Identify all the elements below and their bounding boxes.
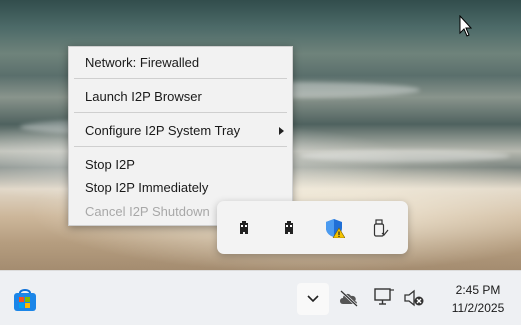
cloud-offline-icon[interactable]	[338, 289, 360, 307]
clock-date: 11/2/2025	[451, 301, 505, 315]
wave-foam	[300, 150, 510, 162]
stop-immediately-item[interactable]: Stop I2P Immediately	[85, 178, 208, 198]
cancel-shutdown-item: Cancel I2P Shutdown	[85, 204, 210, 219]
mouse-cursor-icon	[459, 15, 473, 37]
i2p-tray-icon[interactable]	[234, 218, 254, 238]
network-status-item[interactable]: Network: Firewalled	[85, 53, 199, 73]
chevron-down-icon	[307, 295, 319, 303]
microsoft-store-icon[interactable]	[12, 287, 38, 313]
windows-security-warning-icon[interactable]	[325, 218, 345, 238]
speaker-muted-icon[interactable]	[403, 289, 425, 307]
taskbar: 2:45 PM 11/2/2025	[0, 270, 521, 325]
menu-separator	[74, 112, 287, 113]
menu-separator	[74, 78, 287, 79]
usb-drive-icon[interactable]	[370, 218, 390, 238]
i2p-tray-icon[interactable]	[279, 218, 299, 238]
tray-overflow-panel	[217, 201, 408, 254]
menu-separator	[74, 146, 287, 147]
network-monitor-icon[interactable]	[373, 287, 395, 307]
submenu-arrow-icon	[279, 127, 284, 135]
i2p-context-menu: Network: Firewalled Launch I2P Browser C…	[68, 46, 293, 226]
taskbar-clock[interactable]: 2:45 PM 11/2/2025	[443, 281, 513, 317]
configure-tray-item[interactable]: Configure I2P System Tray	[85, 121, 240, 141]
clock-time: 2:45 PM	[455, 283, 501, 297]
launch-browser-item[interactable]: Launch I2P Browser	[85, 87, 202, 107]
show-hidden-icons-button[interactable]	[297, 283, 329, 315]
stop-i2p-item[interactable]: Stop I2P	[85, 155, 135, 175]
